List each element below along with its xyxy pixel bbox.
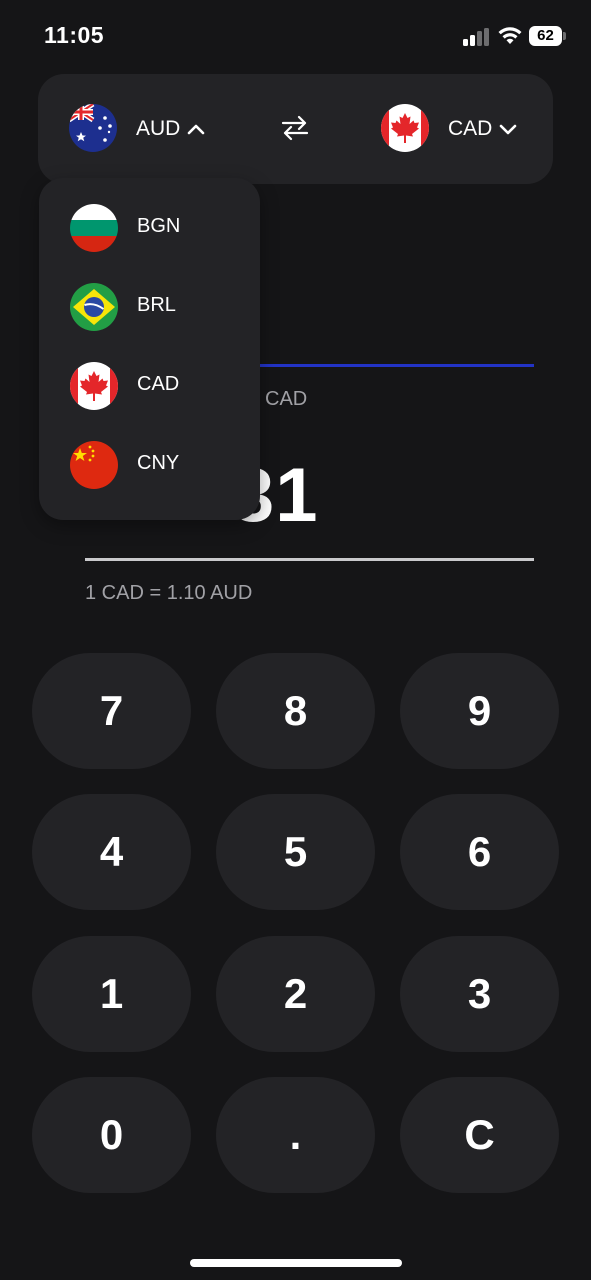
canada-flag-icon <box>70 362 118 410</box>
wifi-icon <box>497 24 523 46</box>
key-7[interactable]: 7 <box>32 653 191 769</box>
dropdown-item-cad[interactable]: CAD <box>39 353 260 419</box>
key-0[interactable]: 0 <box>32 1077 191 1193</box>
canada-flag-icon[interactable] <box>381 104 429 152</box>
swap-arrows-icon[interactable] <box>280 113 310 143</box>
key-3[interactable]: 3 <box>400 936 559 1052</box>
to-currency-label: CAD <box>265 388 308 410</box>
cellular-signal-icon <box>463 28 491 46</box>
bulgaria-flag-icon <box>70 204 118 252</box>
key-5[interactable]: 5 <box>216 794 375 910</box>
dropdown-item-label: CNY <box>137 452 180 474</box>
brazil-flag-icon <box>70 283 118 331</box>
battery-icon: 62 <box>529 26 567 46</box>
dropdown-item-cny[interactable]: CNY <box>39 432 260 498</box>
dropdown-item-label: BGN <box>137 215 181 237</box>
battery-level: 62 <box>529 26 562 46</box>
to-currency-code[interactable]: CAD <box>448 117 492 141</box>
key-1[interactable]: 1 <box>32 936 191 1052</box>
dropdown-item-brl[interactable]: BRL <box>39 274 260 340</box>
key-9[interactable]: 9 <box>400 653 559 769</box>
dropdown-item-bgn[interactable]: BGN <box>39 195 260 261</box>
key-decimal[interactable]: . <box>216 1077 375 1193</box>
dropdown-item-label: CAD <box>137 373 180 395</box>
home-indicator[interactable] <box>190 1259 402 1267</box>
china-flag-icon <box>70 441 118 489</box>
key-8[interactable]: 8 <box>216 653 375 769</box>
key-clear[interactable]: C <box>400 1077 559 1193</box>
from-currency-code[interactable]: AUD <box>136 117 180 141</box>
exchange-rate: 1 CAD = 1.10 AUD <box>85 582 253 604</box>
chevron-down-icon[interactable] <box>499 122 517 135</box>
key-4[interactable]: 4 <box>32 794 191 910</box>
status-time: 11:05 <box>44 22 105 48</box>
australia-flag-icon[interactable] <box>69 104 117 152</box>
key-2[interactable]: 2 <box>216 936 375 1052</box>
currency-dropdown: BGN BRL CAD CNY <box>39 178 260 520</box>
chevron-up-icon[interactable] <box>187 122 205 135</box>
to-amount-underline <box>85 558 534 561</box>
dropdown-item-label: BRL <box>137 294 176 316</box>
key-6[interactable]: 6 <box>400 794 559 910</box>
